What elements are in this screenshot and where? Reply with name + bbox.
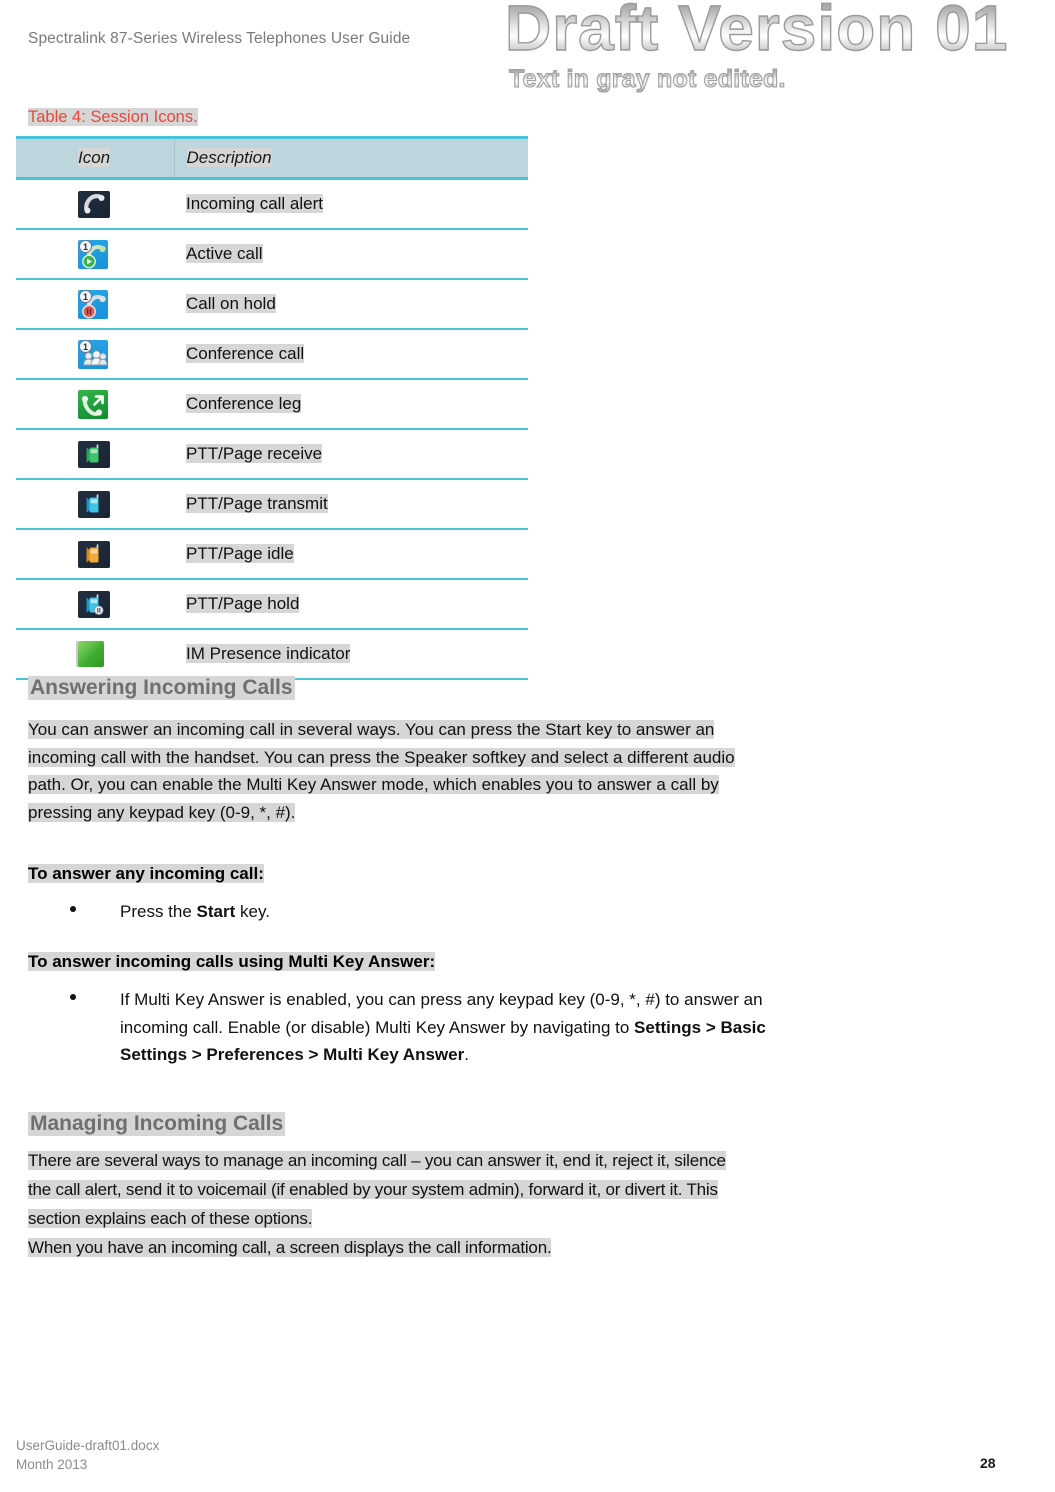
call-on-hold-icon: 1 <box>78 289 108 319</box>
paragraph-answering-intro: You can answer an incoming call in sever… <box>28 716 978 826</box>
row-description-text: Conference call <box>186 344 305 363</box>
icon-cell <box>16 429 174 480</box>
paragraph-managing-intro: There are several ways to manage an inco… <box>28 1146 988 1262</box>
lead-text: To answer incoming calls using Multi Key… <box>28 952 436 971</box>
bullet-dot-icon <box>70 994 76 1000</box>
list-item-line: incoming call. Enable (or disable) Multi… <box>120 1017 635 1037</box>
description-cell: IM Presence indicator <box>174 629 528 680</box>
description-cell: Active call <box>174 229 528 280</box>
footer-date: Month 2013 <box>16 1457 88 1472</box>
conference-leg-icon <box>78 389 108 419</box>
list-item: Press the Start key. <box>70 898 970 926</box>
icon-cell <box>16 529 174 580</box>
svg-text:1: 1 <box>83 342 88 352</box>
draft-watermark: Draft Version 01 Text in gray not edited… <box>504 0 1055 94</box>
row-description-text: Conference leg <box>186 394 302 413</box>
table-header-row: Icon Description <box>16 136 528 180</box>
list-item-bold-path: Settings > Basic <box>634 1017 766 1037</box>
incoming-call-alert-icon <box>78 190 110 218</box>
paragraph-line: path. Or, you can enable the Multi Key A… <box>28 775 719 794</box>
description-cell: PTT/Page transmit <box>174 479 528 530</box>
document-header-title: Spectralink 87-Series Wireless Telephone… <box>28 30 411 47</box>
session-icons-table: Icon Description Incoming call alert 1 A… <box>16 136 528 680</box>
table-row: IM Presence indicator <box>16 629 528 680</box>
paragraph-line: When you have an incoming call, a screen… <box>28 1238 552 1257</box>
description-cell: PTT/Page hold <box>174 579 528 630</box>
document-page: Spectralink 87-Series Wireless Telephone… <box>0 0 1055 1492</box>
icon-cell: 1 <box>16 279 174 330</box>
table-row: 1 Conference call <box>16 329 528 380</box>
list-item-bold-term: Start <box>196 902 236 921</box>
paragraph-line: pressing any keypad key (0-9, *, #). <box>28 802 296 822</box>
list-item-line: If Multi Key Answer is enabled, you can … <box>120 990 763 1009</box>
paragraph-line: the call alert, send it to voicemail (if… <box>28 1180 718 1199</box>
row-description-text: Incoming call alert <box>186 194 324 213</box>
row-description-text: Call on hold <box>186 294 276 313</box>
im-presence-indicator-icon <box>78 641 104 667</box>
table-row: Conference leg <box>16 379 528 430</box>
list-item-bold-path-cont: Settings > Preferences > Multi Key Answe… <box>120 1045 465 1064</box>
conference-call-icon: 1 <box>78 339 108 369</box>
ptt-page-receive-icon <box>78 440 110 468</box>
lead-text: To answer any incoming call: <box>28 864 264 883</box>
row-description-text: PTT/Page idle <box>186 544 294 563</box>
icon-cell <box>16 629 174 680</box>
row-description-text: PTT/Page transmit <box>186 494 328 513</box>
list-item: If Multi Key Answer is enabled, you can … <box>70 986 970 1069</box>
watermark-line-1: Draft Version 01 <box>504 0 1055 61</box>
active-call-icon: 1 <box>78 239 108 269</box>
table-row: PTT/Page idle <box>16 529 528 580</box>
column-header-description: Description <box>173 136 528 180</box>
heading-answering-incoming-calls: Answering Incoming Calls <box>28 676 295 700</box>
table-caption-text: Table 4: Session Icons. <box>28 108 198 126</box>
row-description-text: PTT/Page receive <box>186 444 323 463</box>
row-description-text: IM Presence indicator <box>186 644 351 663</box>
footer-page-number: 28 <box>980 1455 996 1471</box>
lead-to-answer-using-multi-key-answer: To answer incoming calls using Multi Key… <box>28 952 436 972</box>
icon-cell <box>16 579 174 630</box>
icon-cell <box>16 479 174 530</box>
table-row: PTT/Page hold <box>16 579 528 630</box>
description-cell: Call on hold <box>174 279 528 330</box>
footer-filename: UserGuide-draft01.docx <box>16 1438 160 1453</box>
table-row: Incoming call alert <box>16 178 528 230</box>
svg-text:1: 1 <box>83 242 88 252</box>
heading-managing-incoming-calls: Managing Incoming Calls <box>28 1112 286 1136</box>
table-row: PTT/Page receive <box>16 429 528 480</box>
watermark-line-2: Text in gray not edited. <box>508 65 1055 94</box>
list-item-text: Press the <box>120 902 197 921</box>
paragraph-line: incoming call with the handset. You can … <box>28 747 735 767</box>
ptt-page-idle-icon <box>78 540 110 568</box>
row-description-text: Active call <box>186 244 263 263</box>
column-header-description-label: Description <box>186 148 272 167</box>
lead-to-answer-any-incoming-call: To answer any incoming call: <box>28 864 264 884</box>
ptt-page-transmit-icon <box>78 490 110 518</box>
description-cell: PTT/Page receive <box>174 429 528 480</box>
bullet-dot-icon <box>70 906 76 912</box>
paragraph-line: You can answer an incoming call in sever… <box>28 720 715 739</box>
column-header-icon-label: Icon <box>78 148 111 167</box>
description-cell: Incoming call alert <box>174 178 528 230</box>
svg-text:1: 1 <box>83 292 88 302</box>
paragraph-line: There are several ways to manage an inco… <box>28 1151 726 1170</box>
table-row: 1 Active call <box>16 229 528 280</box>
list-item-text-suffix: key. <box>235 902 270 921</box>
table-caption: Table 4: Session Icons. <box>28 108 198 127</box>
icon-cell: 1 <box>16 229 174 280</box>
footer-left: UserGuide-draft01.docx Month 2013 <box>16 1436 159 1474</box>
column-header-icon: Icon <box>16 136 174 180</box>
icon-cell <box>16 178 174 230</box>
paragraph-line: section explains each of these options. <box>28 1209 313 1228</box>
icon-cell: 1 <box>16 329 174 380</box>
icon-cell <box>16 379 174 430</box>
ptt-page-hold-icon <box>78 590 110 618</box>
description-cell: PTT/Page idle <box>174 529 528 580</box>
row-description-text: PTT/Page hold <box>186 594 300 613</box>
table-row: PTT/Page transmit <box>16 479 528 530</box>
description-cell: Conference leg <box>174 379 528 430</box>
description-cell: Conference call <box>174 329 528 380</box>
table-row: 1 Call on hold <box>16 279 528 330</box>
list-item-line-suffix: . <box>464 1045 469 1064</box>
